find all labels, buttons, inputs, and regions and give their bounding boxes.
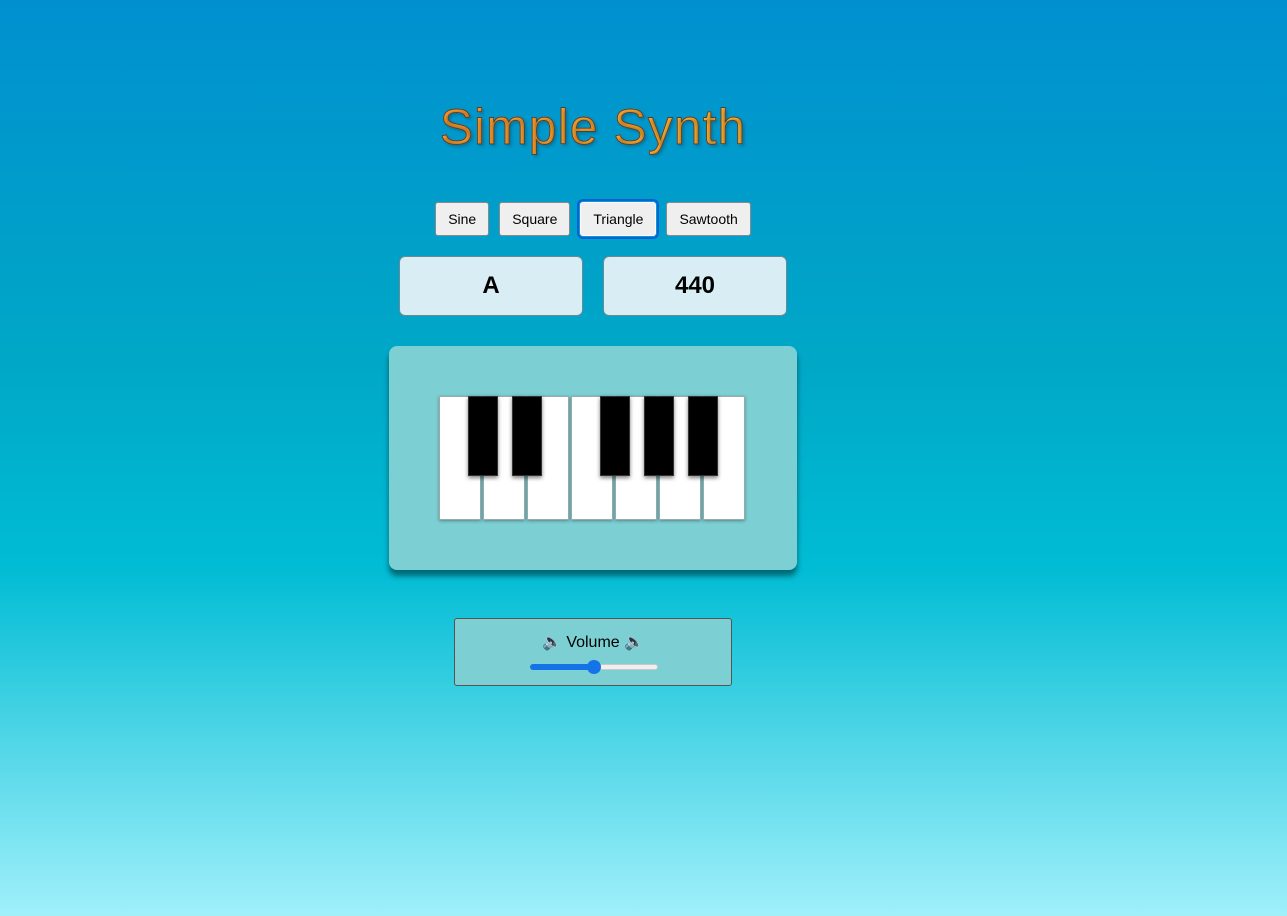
volume-label: Volume: [566, 634, 620, 651]
frequency-display: 440: [603, 256, 787, 316]
black-key-a-sharp[interactable]: [688, 396, 718, 476]
keyboard-panel: [389, 346, 797, 570]
page-title: Simple Synth: [0, 98, 1186, 156]
volume-slider-thumb[interactable]: [587, 660, 601, 674]
black-key-c-sharp[interactable]: [468, 396, 498, 476]
black-key-g-sharp[interactable]: [644, 396, 674, 476]
speaker-icon: 🔈: [624, 634, 645, 651]
sawtooth-button[interactable]: Sawtooth: [666, 202, 751, 236]
speaker-icon: 🔈: [541, 634, 562, 651]
triangle-button[interactable]: Triangle: [577, 199, 660, 239]
volume-slider[interactable]: [530, 660, 658, 674]
volume-slider-fill: [530, 664, 594, 670]
volume-control: 🔈 Volume 🔈: [454, 618, 732, 686]
piano-keyboard: [439, 396, 747, 520]
square-button[interactable]: Square: [499, 202, 571, 236]
waveform-selector: Sine Square Triangle Sawtooth: [0, 199, 1186, 239]
volume-label-row: 🔈 Volume 🔈: [455, 633, 731, 653]
sine-button[interactable]: Sine: [435, 202, 490, 236]
note-display: A: [399, 256, 583, 316]
black-key-d-sharp[interactable]: [512, 396, 542, 476]
black-key-f-sharp[interactable]: [600, 396, 630, 476]
